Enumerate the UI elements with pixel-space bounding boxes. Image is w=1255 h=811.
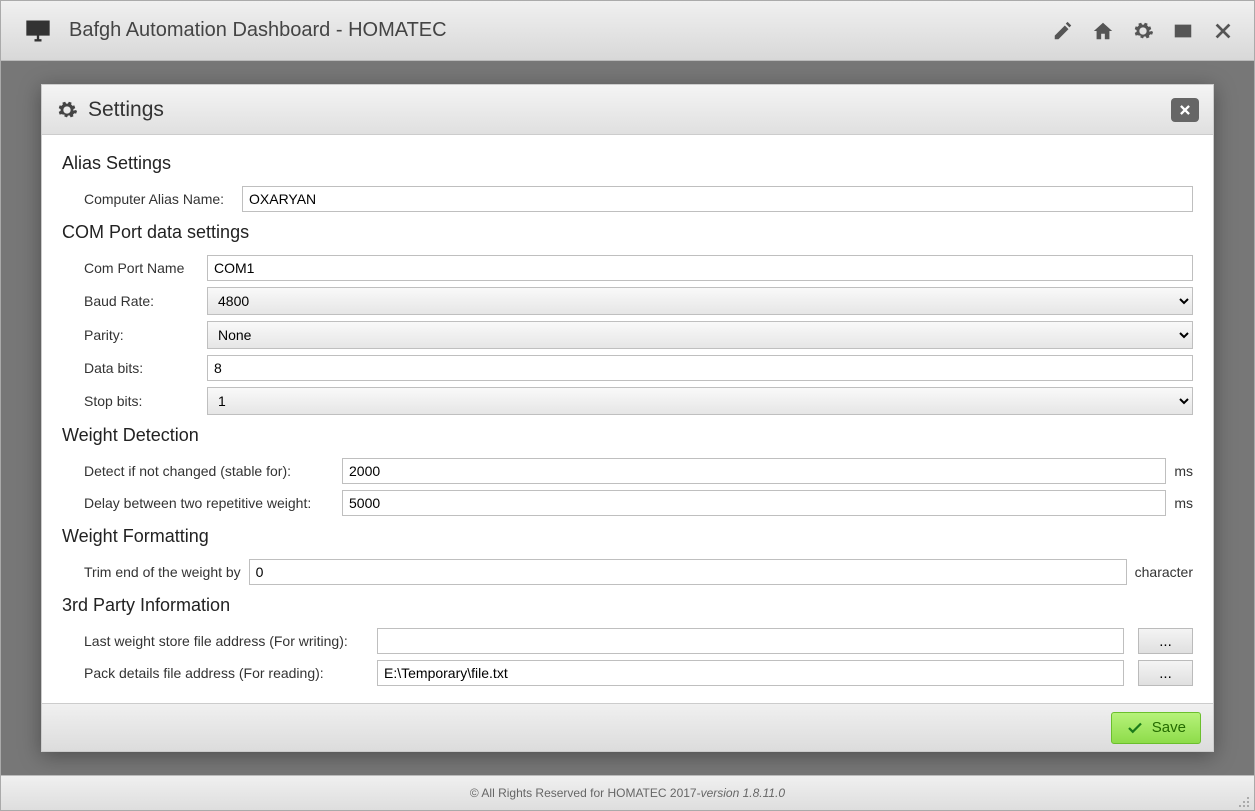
writefile-label: Last weight store file address (For writ… [84,633,369,649]
modal-title: Settings [88,98,164,122]
footer-copyright: © All Rights Reserved for HOMATEC 2017- [470,786,701,800]
section-thirdparty-heading: 3rd Party Information [62,595,1193,616]
pencil-icon[interactable] [1052,20,1074,42]
modal-close-button[interactable] [1171,98,1199,122]
modal-footer: Save [42,703,1213,751]
parity-label: Parity: [84,327,199,343]
section-comport-heading: COM Port data settings [62,222,1193,243]
writefile-browse-button[interactable]: ... [1138,628,1193,654]
computer-alias-input[interactable] [242,186,1193,212]
monitor-icon [21,17,55,45]
save-button-label: Save [1152,719,1186,736]
readfile-input[interactable] [377,660,1124,686]
readfile-label: Pack details file address (For reading): [84,665,369,681]
delay-input[interactable] [342,490,1166,516]
section-formatting-heading: Weight Formatting [62,526,1193,547]
baud-rate-select[interactable]: 4800 [207,287,1193,315]
close-icon[interactable] [1212,20,1234,42]
gear-icon [56,99,78,121]
modal-body[interactable]: Alias Settings Computer Alias Name: COM … [42,135,1213,703]
app-title: Bafgh Automation Dashboard - HOMATEC [69,19,447,42]
readfile-browse-button[interactable]: ... [1138,660,1193,686]
stable-unit: ms [1174,463,1193,479]
databits-label: Data bits: [84,360,199,376]
window-icon[interactable] [1172,20,1194,42]
delay-label: Delay between two repetitive weight: [84,495,334,511]
home-icon[interactable] [1092,20,1114,42]
titlebar: Bafgh Automation Dashboard - HOMATEC [1,1,1254,61]
comport-name-input[interactable] [207,255,1193,281]
titlebar-actions [1052,20,1234,42]
stopbits-label: Stop bits: [84,393,199,409]
check-icon [1126,719,1144,737]
databits-input[interactable] [207,355,1193,381]
section-detection-heading: Weight Detection [62,425,1193,446]
gear-icon[interactable] [1132,20,1154,42]
close-icon [1178,103,1192,117]
delay-unit: ms [1174,495,1193,511]
app-footer: © All Rights Reserved for HOMATEC 2017- … [1,775,1254,810]
comport-name-label: Com Port Name [84,260,199,276]
baud-rate-label: Baud Rate: [84,293,199,309]
footer-version: version 1.8.11.0 [701,786,786,800]
titlebar-left: Bafgh Automation Dashboard - HOMATEC [21,17,447,45]
stable-input[interactable] [342,458,1166,484]
computer-alias-label: Computer Alias Name: [84,191,234,207]
settings-modal: Settings Alias Settings Computer Alias N… [41,84,1214,752]
section-alias-heading: Alias Settings [62,153,1193,174]
stable-label: Detect if not changed (stable for): [84,463,334,479]
trim-input[interactable] [249,559,1127,585]
trim-unit: character [1135,564,1193,580]
modal-header: Settings [42,85,1213,135]
save-button[interactable]: Save [1111,712,1201,744]
parity-select[interactable]: None [207,321,1193,349]
resize-grip[interactable] [1238,796,1250,808]
trim-label: Trim end of the weight by [84,564,241,580]
stopbits-select[interactable]: 1 [207,387,1193,415]
writefile-input[interactable] [377,628,1124,654]
